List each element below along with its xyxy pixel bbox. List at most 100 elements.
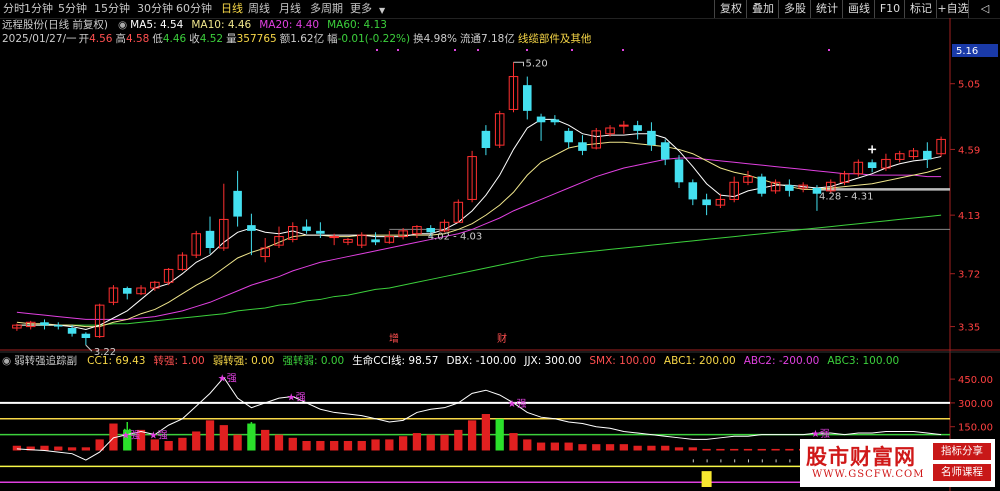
range-label-2: 4.28 - 4.31 [819, 191, 874, 202]
candle-body [633, 125, 642, 131]
candle-body [371, 239, 380, 243]
indicator-bar [550, 442, 560, 451]
watermark-url: WWW.GSCFW.COM [812, 469, 925, 480]
candle-body [316, 230, 325, 234]
indicator-bar [398, 436, 408, 451]
candle-body [329, 236, 339, 239]
indicator-bar [605, 444, 615, 451]
indicator-value: CC1: 69.43 [87, 355, 146, 367]
candle-body [674, 159, 684, 183]
signal-label: ★强 [287, 392, 306, 404]
signal-dot [376, 49, 378, 51]
candle-body [757, 176, 767, 194]
indicator-bar [316, 440, 325, 451]
price-tick-label: 3.72 [958, 270, 980, 281]
candle-body [523, 85, 532, 111]
signal-label: ★强 [121, 430, 140, 442]
watermark-tag-indicator: 指标分享 [933, 443, 991, 460]
indicator-tick-dot [775, 459, 777, 463]
indicator-bar [619, 444, 628, 451]
indicator-bar [385, 439, 394, 451]
indicator-bar [343, 440, 353, 451]
indicator-tick-dot [720, 459, 722, 463]
candle-body [54, 325, 63, 327]
range-label-1: 4.02 - 4.03 [428, 231, 483, 242]
indicator-tick-dot [761, 459, 763, 463]
indicator-bar [81, 447, 91, 451]
indicator-bar [67, 447, 77, 451]
indicator-value: 强转弱: 0.00 [282, 355, 345, 367]
indicator-bar [661, 445, 670, 451]
indicator-bar [495, 418, 504, 451]
watermark-logo: 股市财富网 WWW.GSCFW.COM 指标分享 名师课程 [800, 439, 995, 487]
indicator-bar [467, 420, 477, 451]
indicator-bar [288, 437, 297, 451]
kline-chart[interactable]: 5.16 5.05 4.59 4.13 3.72 3.35 450.00 300.00 150.… [0, 0, 1000, 491]
indicator-bar [509, 433, 518, 451]
indicator-tick-label: 300.00 [958, 399, 993, 410]
candle-body [40, 322, 49, 326]
watermark-site-name: 股市财富网 [806, 444, 916, 469]
indicator-bar [440, 434, 449, 451]
candle-body [660, 142, 670, 160]
indicator-bar [592, 444, 601, 451]
candle-body [67, 328, 77, 334]
indicator-bar [674, 447, 684, 451]
candle-body [247, 225, 256, 231]
candle-body [302, 226, 311, 231]
candle-body [233, 190, 242, 217]
indicator-tick-dot [789, 459, 791, 463]
indicator-bar [412, 433, 422, 451]
signal-label: ★强 [218, 373, 237, 385]
down-arrow-icon [123, 421, 131, 435]
indicator-bar [454, 429, 463, 451]
indicator-value: SMX: 100.00 [589, 355, 656, 367]
indicator-value: ABC2: -200.00 [743, 355, 820, 367]
candle-body [923, 150, 932, 160]
indicator-bar [564, 442, 573, 451]
high-marker [513, 61, 524, 67]
candle-body [122, 288, 132, 294]
indicator-tick-dot [692, 459, 694, 463]
indicator-value: JJX: 300.00 [524, 355, 582, 367]
indicator-tick-dot [734, 459, 736, 463]
candle-body [81, 333, 91, 338]
indicator-bar [536, 442, 546, 451]
indicator-bar [523, 439, 532, 451]
indicator-bar [40, 445, 49, 451]
indicator-bar [302, 440, 311, 451]
indicator-bar [261, 429, 270, 451]
signal-dot [454, 49, 456, 51]
candle-body [550, 119, 560, 123]
candle-body [536, 116, 546, 123]
candle-body [867, 162, 877, 168]
candle-body [688, 182, 698, 200]
indicator-value: 转强: 1.00 [153, 355, 205, 367]
indicator-bar [274, 434, 284, 451]
indicator-tick-dot [747, 459, 749, 463]
indicator-bar [633, 445, 642, 451]
indicator-bar [12, 445, 22, 451]
watermark-tag-course: 名师课程 [933, 464, 991, 481]
signal-label: ★强 [149, 430, 168, 442]
indicator-bar [730, 448, 739, 451]
indicator-value: 生命CCI线: 98.57 [352, 355, 439, 367]
indicator-bar [330, 440, 339, 451]
candle-body [205, 230, 215, 248]
indicator-bar [785, 448, 794, 451]
high-label: 5.20 [525, 58, 547, 69]
signal-dot [397, 49, 399, 51]
candle-body [702, 199, 711, 206]
crosshair-icon [868, 145, 877, 154]
price-tick-label: 4.13 [958, 211, 980, 222]
ma5-line [16, 118, 942, 330]
indicator-bar [757, 448, 766, 451]
indicator-bar [578, 444, 587, 451]
indicator-value: 弱转强: 0.00 [212, 355, 275, 367]
indicator-tick-label: 450.00 [958, 375, 993, 386]
indicator-bar [426, 434, 435, 451]
indicator-bar [164, 440, 173, 451]
indicator-bar [219, 425, 228, 451]
candle-body [647, 130, 656, 146]
indicator-name: 弱转强追踪副 [14, 355, 78, 367]
